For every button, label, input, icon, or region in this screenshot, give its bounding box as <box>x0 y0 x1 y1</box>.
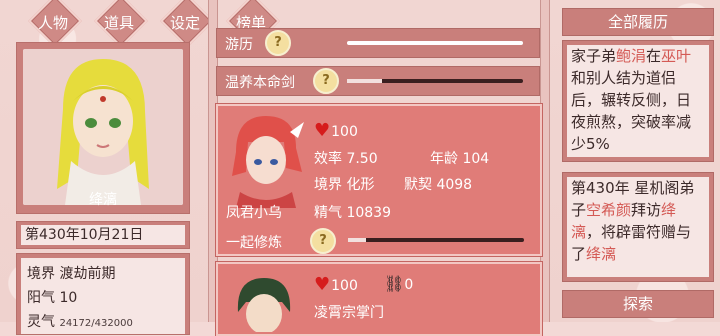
date-text: 第430年10月21日 <box>21 225 185 245</box>
help-icon[interactable]: ? <box>313 68 339 94</box>
chain-icon: ⛓ <box>384 274 405 293</box>
highlighted-name: 绛漓 <box>586 245 617 263</box>
companion-realm: 境界 化形 <box>314 177 375 193</box>
help-icon[interactable]: ? <box>265 30 291 56</box>
highlighted-name: 空希颜 <box>586 201 632 219</box>
companion-bond: 默契 4098 <box>404 177 473 193</box>
companion-portrait <box>232 272 296 334</box>
companion-essence: 精气 10839 <box>314 205 391 221</box>
nav-settings-button[interactable]: 设定 <box>160 0 214 48</box>
task-progress-bar <box>347 41 523 45</box>
task-row-sword[interactable]: 温养本命剑 ? <box>216 66 540 96</box>
nav-items-button[interactable]: 道具 <box>94 0 148 48</box>
companion-hearts: ♥100 <box>314 274 358 295</box>
player-portrait <box>23 49 183 205</box>
stat-qi: 灵气 24172/432000 <box>27 314 133 330</box>
companion-name: 凤君小乌 <box>226 205 282 221</box>
player-portrait-panel[interactable]: 绛漓 <box>16 42 190 214</box>
companion-age: 年龄 104 <box>430 151 490 167</box>
stat-realm: 境界 渡劫前期 <box>27 266 116 282</box>
highlighted-name: 鲍涓 <box>616 47 647 65</box>
companion-card[interactable]: ♥100 ⛓0 凌霄宗掌门 <box>216 262 542 336</box>
companion-action-progress <box>348 238 524 242</box>
task-label: 温养本命剑 <box>225 75 295 91</box>
companion-action-label: 一起修炼 <box>226 235 282 251</box>
player-stats-panel: 境界 渡劫前期 阳气 10 灵气 24172/432000 <box>16 253 190 335</box>
companion-card[interactable]: 凤君小乌 ♥100 效率 7.50 年龄 104 境界 化形 默契 4098 精… <box>216 104 542 256</box>
stat-yang: 阳气 10 <box>27 290 78 306</box>
history-text: 拜访 <box>631 201 662 219</box>
companion-portrait <box>226 112 306 208</box>
help-icon[interactable]: ? <box>310 228 336 254</box>
history-entry: 第430年 星机阁弟子空希颜拜访绛漓，将辟雷符赠与了绛漓 <box>562 172 714 282</box>
task-label: 游历 <box>225 37 253 53</box>
history-entry: 家子弟鲍涓在巫叶和别人结为道侣后，辗转反侧，日夜煎熬，突破率减少5% <box>562 40 714 162</box>
history-entry-text: 第430年 星机阁弟子空希颜拜访绛漓，将辟雷符赠与了绛漓 <box>567 177 709 277</box>
history-text: 在 <box>646 47 662 65</box>
history-text: 和别人结为道侣后，辗转反侧，日夜煎熬，突破率减少5% <box>571 69 692 153</box>
player-name: 绛漓 <box>89 192 117 208</box>
highlighted-name: 巫叶 <box>661 47 692 65</box>
heart-icon: ♥ <box>314 274 331 295</box>
task-progress-bar <box>347 79 523 83</box>
nav-characters-button[interactable]: 人物 <box>28 0 82 48</box>
history-entry-text: 家子弟鲍涓在巫叶和别人结为道侣后，辗转反侧，日夜煎熬，突破率减少5% <box>567 45 709 157</box>
companion-efficiency: 效率 7.50 <box>314 151 378 167</box>
companion-hearts: ♥100 <box>314 120 358 141</box>
task-row-travel[interactable]: 游历 ? <box>216 28 540 58</box>
history-header-button[interactable]: 全部履历 <box>562 8 714 36</box>
history-text: 家子弟 <box>571 47 617 65</box>
companion-chains: ⛓0 <box>384 274 414 293</box>
companion-title: 凌霄宗掌门 <box>314 305 384 321</box>
date-display: 第430年10月21日 <box>16 221 190 249</box>
heart-icon: ♥ <box>314 120 331 141</box>
explore-button[interactable]: 探索 <box>562 290 714 318</box>
